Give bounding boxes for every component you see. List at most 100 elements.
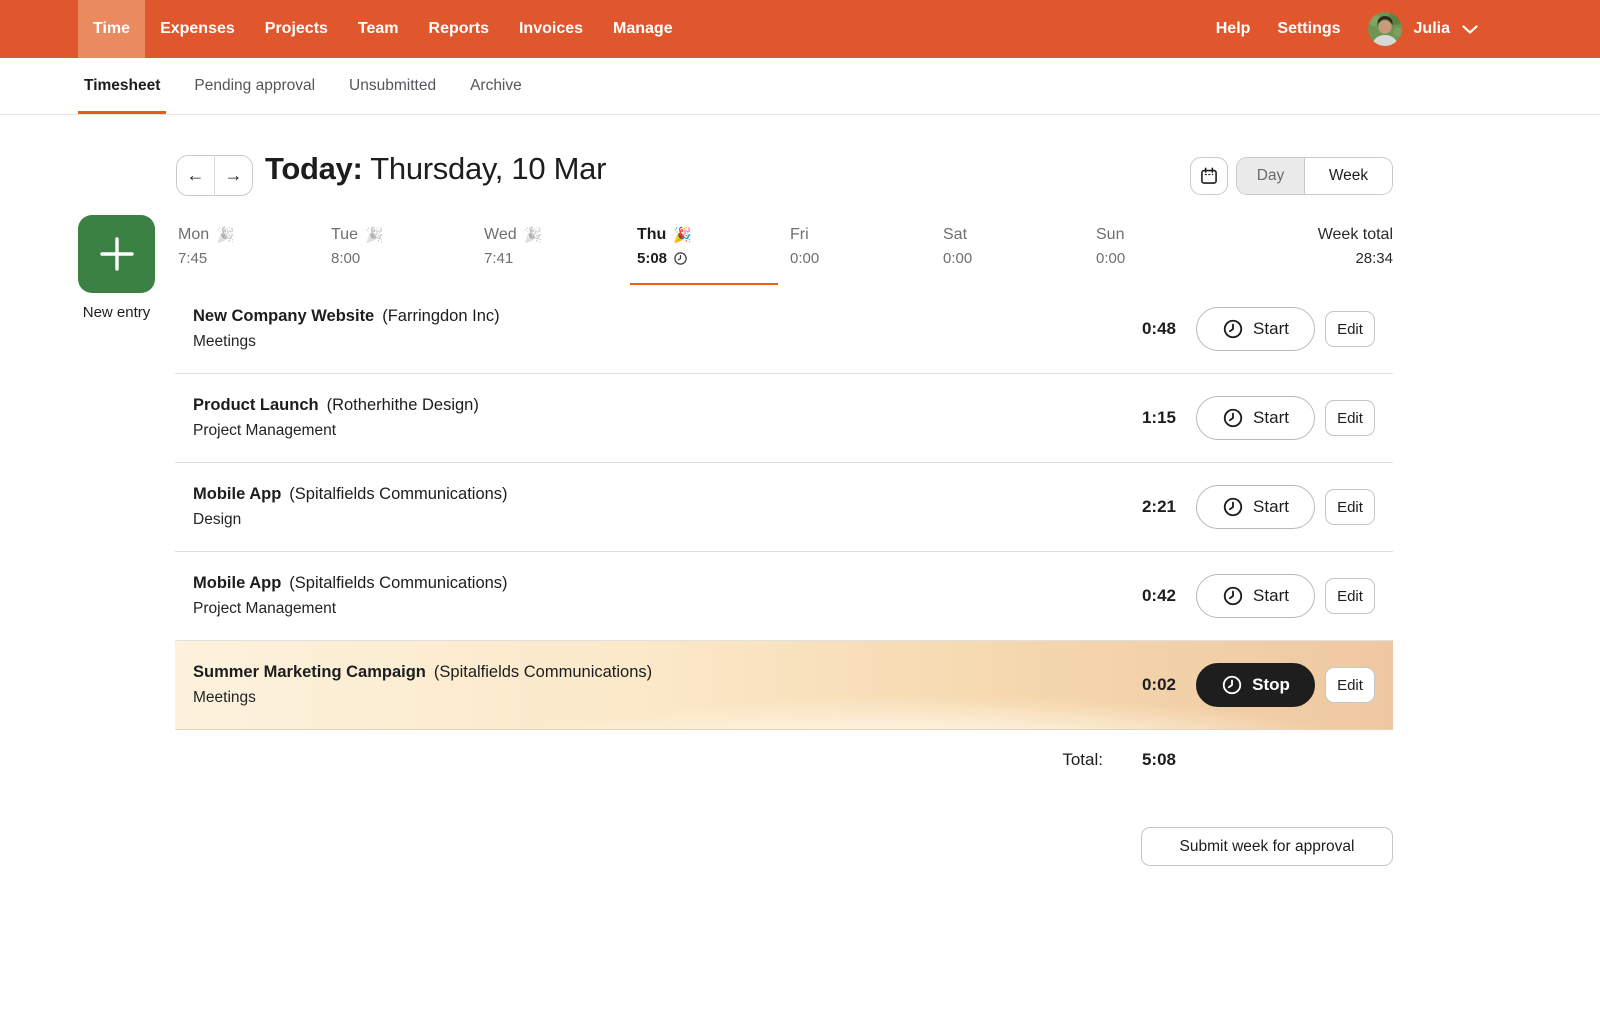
- entry-time: 0:48: [1141, 319, 1176, 338]
- nav-item-reports[interactable]: Reports: [414, 0, 504, 58]
- timer-button-label: Start: [1253, 586, 1289, 605]
- entry-project: Mobile App: [193, 485, 282, 503]
- avatar[interactable]: [1367, 12, 1402, 46]
- nav-item-expenses[interactable]: Expenses: [145, 0, 250, 58]
- entry-time: 0:42: [1141, 586, 1176, 605]
- stop-timer-button[interactable]: Stop: [1196, 663, 1315, 707]
- next-day-button[interactable]: →: [215, 156, 252, 195]
- timesheet-tab-bar: Timesheet Pending approval Unsubmitted Arch…: [0, 58, 1600, 115]
- day-time: 0:00: [943, 250, 973, 267]
- running-timer-icon: [674, 252, 687, 265]
- day-name: Wed: [484, 226, 517, 243]
- day-column-sat[interactable]: Sat 0:00: [943, 226, 1096, 267]
- entry-task: Meetings: [193, 689, 256, 706]
- nav-item-team[interactable]: Team: [343, 0, 414, 58]
- edit-entry-button[interactable]: Edit: [1325, 311, 1375, 347]
- entry-client: (Farringdon Inc): [382, 307, 500, 325]
- start-timer-button[interactable]: Start: [1196, 574, 1315, 618]
- clock-icon: [1223, 319, 1243, 339]
- entry-client: (Spitalfields Communications): [289, 574, 508, 592]
- celebration-emoji: 🎉: [523, 227, 543, 244]
- prev-day-button[interactable]: ←: [177, 156, 215, 195]
- start-timer-button[interactable]: Start: [1196, 396, 1315, 440]
- settings-link[interactable]: Settings: [1277, 20, 1340, 38]
- new-entry-label: New entry: [82, 304, 151, 321]
- nav-item-manage[interactable]: Manage: [598, 0, 688, 58]
- celebration-emoji: 🎉: [216, 227, 235, 244]
- day-time: 8:00: [331, 250, 361, 267]
- entry-time: 1:15: [1141, 408, 1176, 427]
- view-toggle: Day Week: [1236, 157, 1393, 195]
- calendar-picker-button[interactable]: [1190, 157, 1228, 195]
- clock-icon: [1223, 408, 1243, 428]
- timer-button-label: Start: [1253, 497, 1289, 516]
- entry-project: Summer Marketing Campaign: [193, 663, 426, 681]
- day-time: 7:41: [484, 250, 514, 267]
- timer-button-label: Start: [1253, 408, 1289, 427]
- week-view-segment[interactable]: Week: [1305, 158, 1392, 194]
- day-time: 7:45: [178, 250, 208, 267]
- today-label: Today:: [265, 151, 363, 186]
- timer-button-label: Start: [1253, 319, 1289, 338]
- edit-entry-button[interactable]: Edit: [1325, 489, 1375, 525]
- tab-pending-approval[interactable]: Pending approval: [188, 58, 321, 114]
- day-column-mon[interactable]: Mon 🎉 7:45: [178, 226, 331, 267]
- timesheet-content: ← → Today: Thursday, 10 Mar Day Week New…: [0, 115, 1600, 1032]
- edit-entry-button[interactable]: Edit: [1325, 667, 1375, 703]
- entry-row: Mobile App (Spitalfields Communications) …: [175, 463, 1393, 552]
- entry-task: Design: [193, 511, 242, 528]
- tab-unsubmitted[interactable]: Unsubmitted: [343, 58, 442, 114]
- submit-week-button[interactable]: Submit week for approval: [1141, 827, 1393, 866]
- day-column-tue[interactable]: Tue 🎉 8:00: [331, 226, 484, 267]
- top-nav-items: Time Expenses Projects Team Reports Invoices M…: [78, 0, 688, 58]
- entry-row: Mobile App (Spitalfields Communications) …: [175, 552, 1393, 641]
- entry-project: New Company Website: [193, 307, 375, 325]
- edit-entry-button[interactable]: Edit: [1325, 400, 1375, 436]
- entry-text: Summer Marketing Campaign (Spitalfields C…: [193, 663, 1142, 707]
- week-day-columns: Mon 🎉 7:45 Tue 🎉 8:00 Wed 🎉 7:41 Thu 🎉 5…: [178, 226, 1393, 267]
- entry-row: New Company Website (Farringdon Inc) Meet…: [175, 285, 1393, 374]
- user-menu[interactable]: Julia: [1367, 12, 1478, 46]
- entry-text: Product Launch (Rotherhithe Design) Proje…: [193, 396, 1142, 440]
- day-time: 5:08: [637, 250, 668, 267]
- day-column-sun[interactable]: Sun 0:00: [1096, 226, 1249, 267]
- calendar-icon: [1201, 167, 1217, 184]
- entry-project: Product Launch: [193, 396, 319, 414]
- celebration-emoji: 🎉: [673, 227, 693, 244]
- nav-item-time[interactable]: Time: [78, 0, 146, 58]
- user-name: Julia: [1413, 20, 1450, 37]
- week-total-label: Week total: [1317, 226, 1393, 243]
- entry-client: (Spitalfields Communications): [289, 485, 508, 503]
- day-column-fri[interactable]: Fri 0:00: [790, 226, 943, 267]
- day-total-value: 5:08: [1141, 750, 1176, 769]
- start-timer-button[interactable]: Start: [1196, 307, 1315, 351]
- tab-timesheet[interactable]: Timesheet: [78, 58, 167, 114]
- day-column-wed[interactable]: Wed 🎉 7:41: [484, 226, 637, 267]
- date-nav-arrows: ← →: [176, 155, 253, 196]
- day-name: Tue: [331, 226, 358, 243]
- day-time: 0:00: [790, 250, 820, 267]
- help-link[interactable]: Help: [1216, 20, 1251, 38]
- start-timer-button[interactable]: Start: [1196, 485, 1315, 529]
- chevron-down-icon[interactable]: [1462, 24, 1478, 34]
- plus-icon: [99, 237, 134, 271]
- entry-text: Mobile App (Spitalfields Communications) …: [193, 485, 1142, 529]
- week-total: Week total 28:34: [1318, 226, 1393, 267]
- entry-list: New Company Website (Farringdon Inc) Meet…: [175, 285, 1393, 730]
- day-column-thu[interactable]: Thu 🎉 5:08: [637, 226, 790, 267]
- harvest-timesheet-page: Time Expenses Projects Team Reports Invoices M…: [0, 0, 1600, 1032]
- entry-client: (Spitalfields Communications): [433, 663, 653, 681]
- tab-archive[interactable]: Archive: [464, 58, 528, 114]
- entry-text: Mobile App (Spitalfields Communications) …: [193, 574, 1142, 618]
- timer-button-label: Stop: [1252, 675, 1290, 694]
- date-text: Thursday, 10 Mar: [362, 151, 607, 186]
- day-name: Sat: [943, 226, 968, 243]
- entry-client: (Rotherhithe Design): [326, 396, 479, 414]
- new-entry-button[interactable]: [78, 215, 155, 293]
- nav-item-invoices[interactable]: Invoices: [504, 0, 598, 58]
- entry-text: New Company Website (Farringdon Inc) Meet…: [193, 307, 1142, 351]
- edit-entry-button[interactable]: Edit: [1325, 578, 1375, 614]
- entry-task: Meetings: [193, 333, 256, 350]
- day-view-segment[interactable]: Day: [1237, 158, 1305, 194]
- nav-item-projects[interactable]: Projects: [250, 0, 343, 58]
